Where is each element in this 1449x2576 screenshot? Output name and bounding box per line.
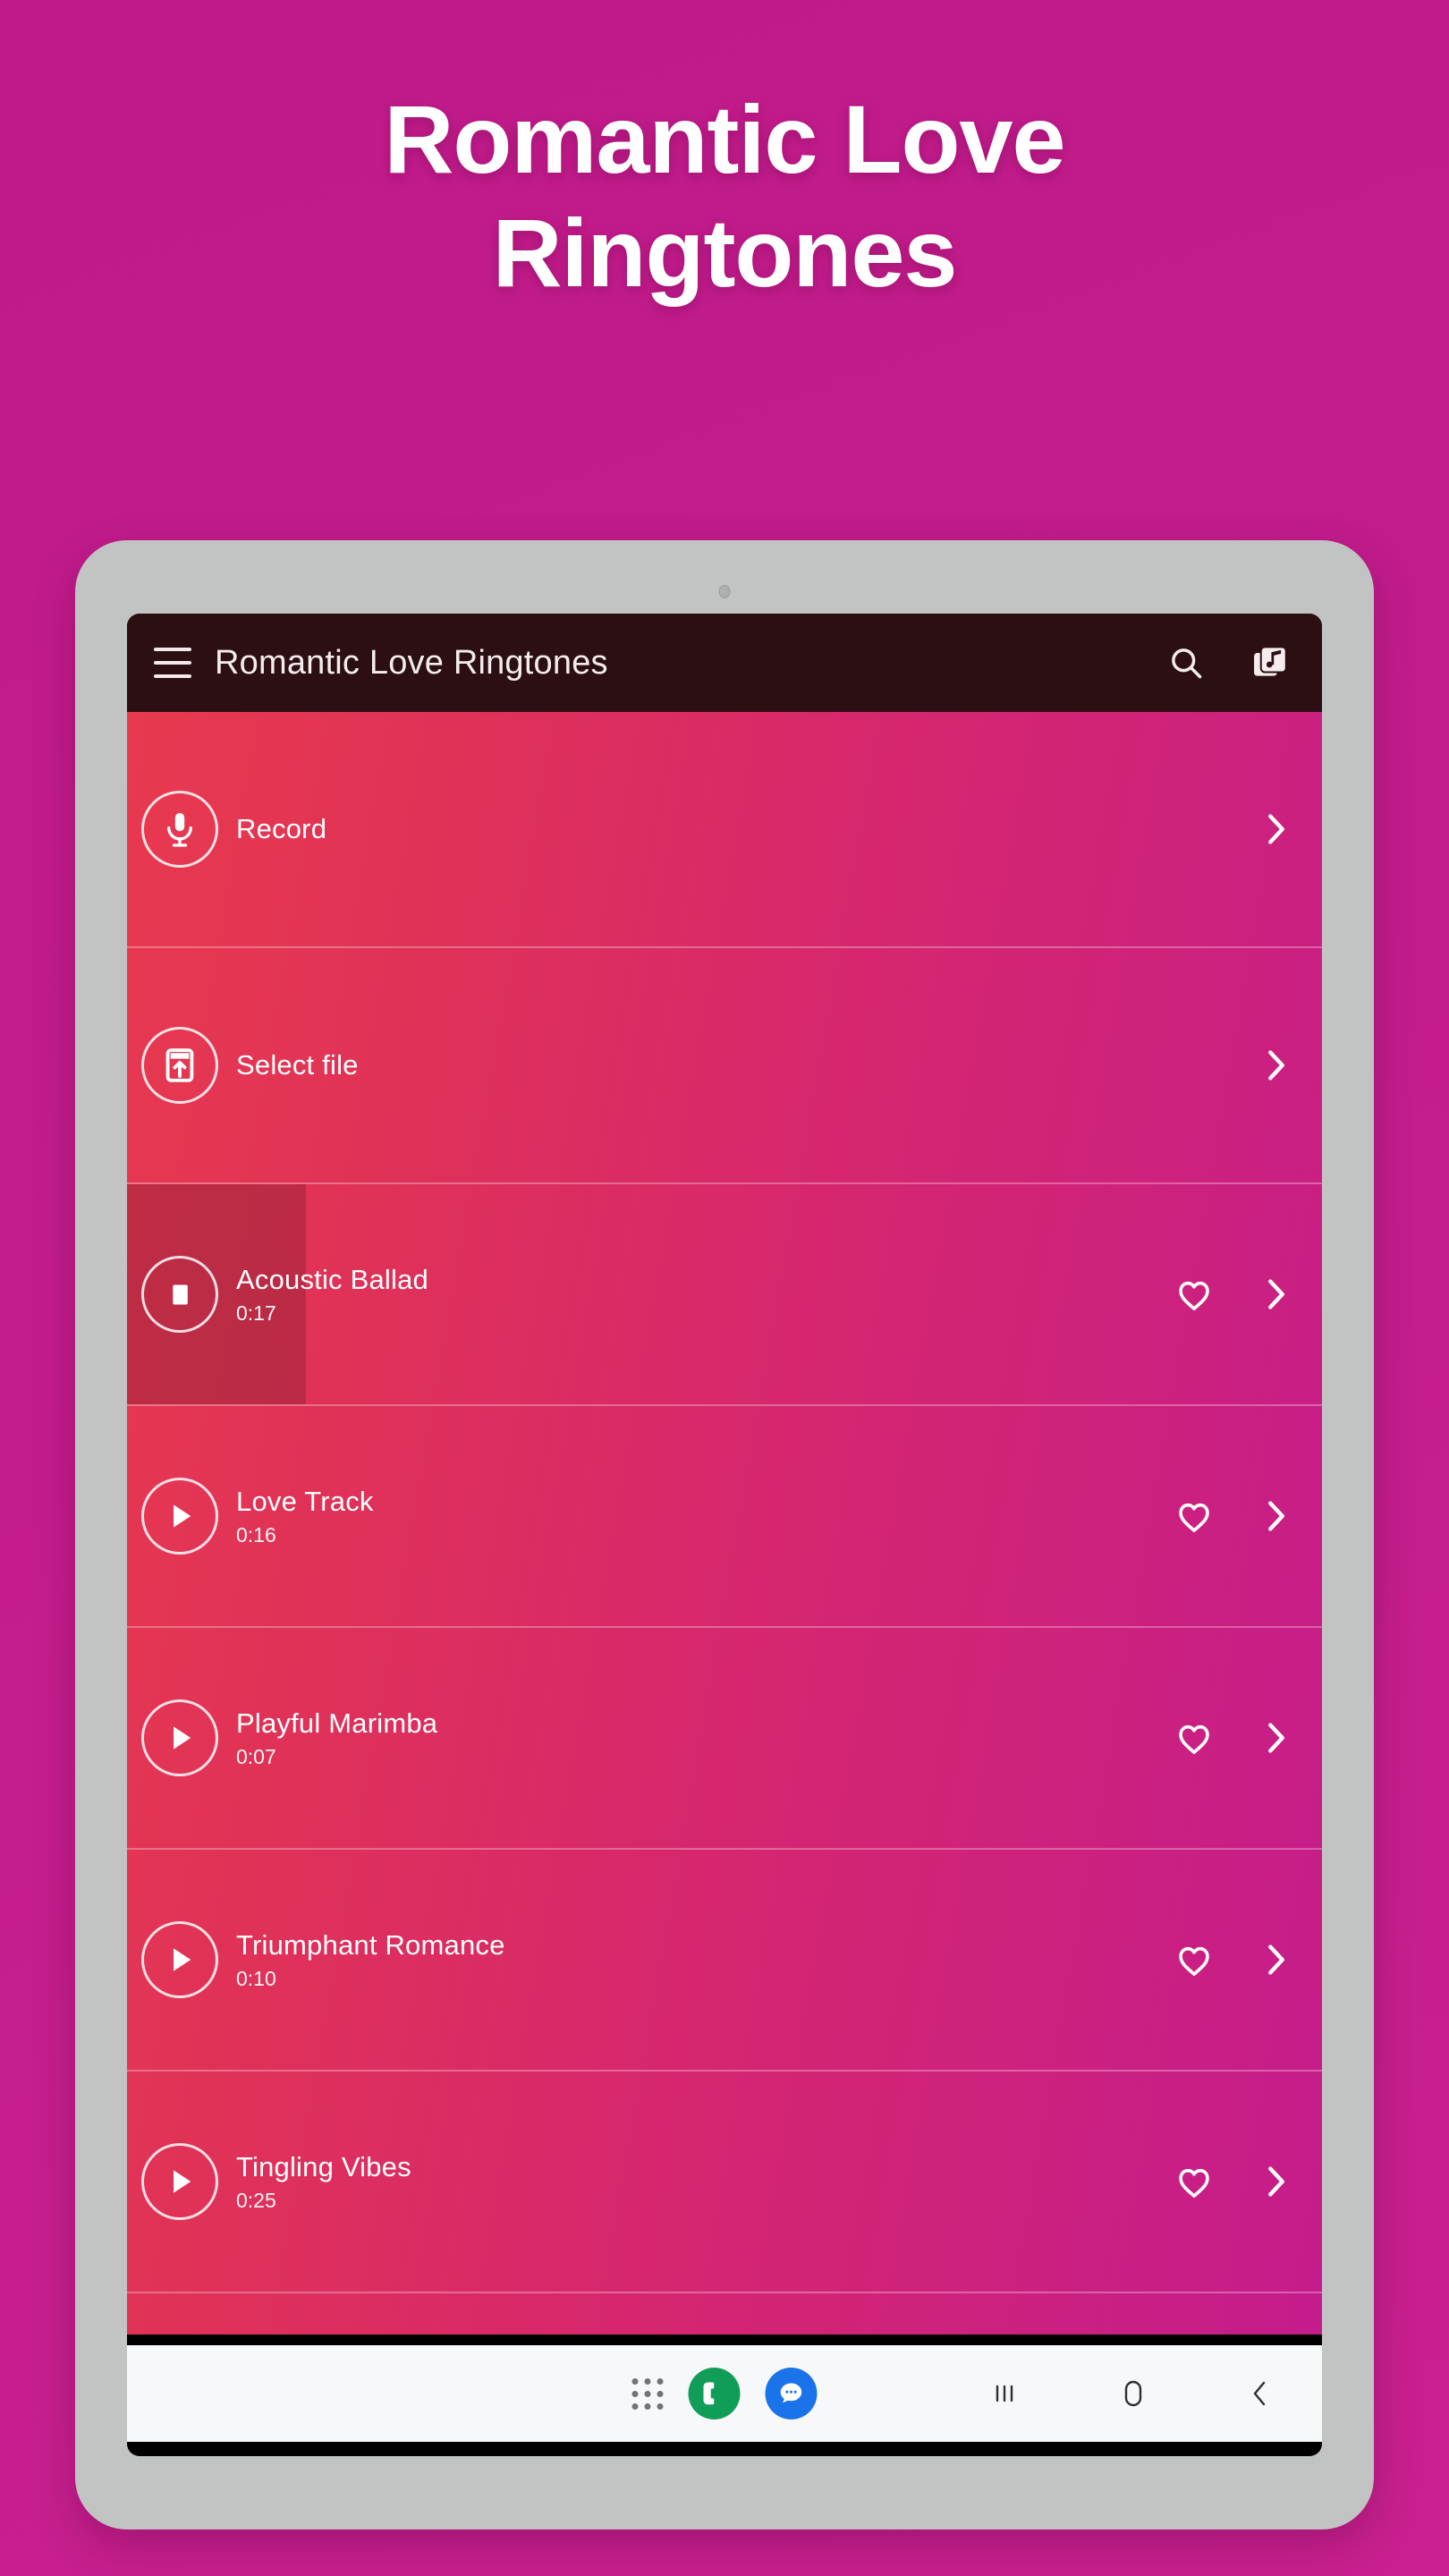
ringtone-title: Playful Marimba <box>236 1707 438 1739</box>
system-navigation-bar <box>127 2345 1322 2442</box>
search-icon[interactable] <box>1166 643 1206 682</box>
page-title: Romantic Love Ringtones <box>107 82 1342 310</box>
play-icon[interactable] <box>141 1699 218 1776</box>
list-item-label: Record <box>236 813 327 844</box>
microphone-icon[interactable] <box>141 791 218 868</box>
ringtone-title: Acoustic Ballad <box>236 1263 428 1295</box>
taskbar-apps <box>631 2368 818 2419</box>
chevron-right-icon[interactable] <box>1261 809 1292 850</box>
ringtone-text: Tingling Vibes 0:25 <box>236 2151 1174 2213</box>
ringtone-row-love-track[interactable]: Love Track 0:16 <box>127 1406 1322 1628</box>
promo-banner: Romantic Love Ringtones <box>0 82 1449 310</box>
list-item-actions <box>1261 1045 1292 1086</box>
play-icon[interactable] <box>141 1478 218 1555</box>
heart-outline-icon[interactable] <box>1174 1496 1215 1537</box>
list-item-text: Record <box>236 813 1261 845</box>
heart-outline-icon[interactable] <box>1174 1939 1215 1980</box>
ringtone-row-playful-marimba[interactable]: Playful Marimba 0:07 <box>127 1628 1322 1850</box>
app-drawer-dots-icon[interactable] <box>631 2377 664 2410</box>
list-item-select-file[interactable]: Select file <box>127 948 1322 1184</box>
ringtone-duration: 0:16 <box>236 1522 276 1546</box>
ringtone-duration: 0:17 <box>236 1301 276 1325</box>
ringtone-title: Triumphant Romance <box>236 1928 505 1961</box>
phone-icon[interactable] <box>688 2368 741 2419</box>
ringtone-text: Love Track 0:16 <box>236 1486 1174 1547</box>
heart-outline-icon[interactable] <box>1174 2161 1215 2202</box>
select-file-icon[interactable] <box>141 1027 218 1104</box>
app-bar: Romantic Love Ringtones <box>127 614 1322 712</box>
chevron-right-icon[interactable] <box>1261 1045 1292 1086</box>
music-library-icon[interactable] <box>1250 643 1290 682</box>
ringtone-actions <box>1174 1717 1292 1758</box>
ringtone-duration: 0:25 <box>236 2188 276 2212</box>
ringtone-text: Acoustic Ballad 0:17 <box>236 1264 1174 1326</box>
play-icon[interactable] <box>141 2143 218 2220</box>
screen-divider <box>127 2334 1322 2345</box>
ringtone-row-triumphant-romance[interactable]: Triumphant Romance 0:10 <box>127 1850 1322 2072</box>
chevron-right-icon[interactable] <box>1261 2161 1292 2202</box>
app-bar-actions <box>1166 643 1290 682</box>
chevron-right-icon[interactable] <box>1261 1717 1292 1758</box>
device-screen: Romantic Love Ringtones Record Select fi… <box>127 614 1322 2456</box>
ringtone-row-tingling-vibes[interactable]: Tingling Vibes 0:25 <box>127 2072 1322 2293</box>
messages-icon[interactable] <box>765 2368 818 2419</box>
screen-bottom-edge <box>127 2442 1322 2456</box>
heart-outline-icon[interactable] <box>1174 1717 1215 1758</box>
app-bar-title: Romantic Love Ringtones <box>215 643 608 682</box>
ringtone-title: Love Track <box>236 1485 374 1517</box>
heart-outline-icon[interactable] <box>1174 1274 1215 1315</box>
ringtone-duration: 0:10 <box>236 1966 276 1990</box>
list-item-text: Select file <box>236 1049 1261 1081</box>
stop-icon[interactable] <box>141 1256 218 1333</box>
chevron-right-icon[interactable] <box>1261 1274 1292 1315</box>
list-item-record[interactable]: Record <box>127 712 1322 948</box>
promo-title-line-2: Ringtones <box>492 199 958 308</box>
ringtone-duration: 0:07 <box>236 1744 276 1768</box>
ringtone-actions <box>1174 1939 1292 1980</box>
tablet-device-frame: Romantic Love Ringtones Record Select fi… <box>75 540 1374 2529</box>
ringtone-title: Tingling Vibes <box>236 2150 411 2182</box>
ringtone-actions <box>1174 1274 1292 1315</box>
hamburger-menu-icon[interactable] <box>154 648 191 678</box>
list-item-label: Select file <box>236 1049 359 1080</box>
list-item-actions <box>1261 809 1292 850</box>
ringtone-row-acoustic-ballad[interactable]: Acoustic Ballad 0:17 <box>127 1184 1322 1406</box>
play-icon[interactable] <box>141 1921 218 1998</box>
ringtone-text: Triumphant Romance 0:10 <box>236 1929 1174 1991</box>
android-nav-buttons <box>991 2377 1272 2411</box>
promo-title-line-1: Romantic Love <box>384 85 1065 193</box>
ringtone-text: Playful Marimba 0:07 <box>236 1707 1174 1769</box>
ringtone-actions <box>1174 2161 1292 2202</box>
ringtone-actions <box>1174 1496 1292 1537</box>
ringtone-list: Record Select file Acoustic Ballad 0:17 … <box>127 712 1322 2334</box>
chevron-right-icon[interactable] <box>1261 1496 1292 1537</box>
recents-icon[interactable] <box>991 2378 1018 2409</box>
home-icon[interactable] <box>1118 2377 1148 2411</box>
front-camera-icon <box>718 585 731 598</box>
back-icon[interactable] <box>1249 2377 1272 2410</box>
chevron-right-icon[interactable] <box>1261 1939 1292 1980</box>
